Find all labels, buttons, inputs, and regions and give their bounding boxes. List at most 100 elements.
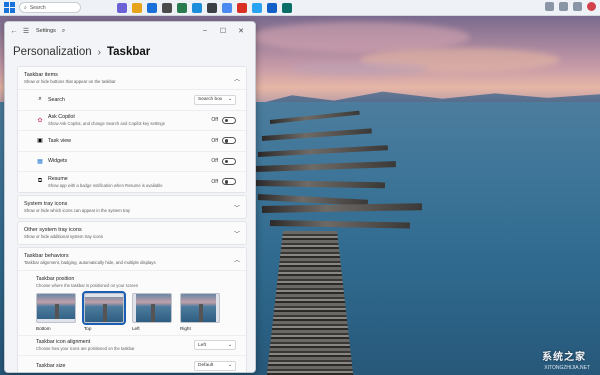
setting-row-resume: ⧉ Resume Show app with a badge notificat… <box>18 171 246 192</box>
volume-icon[interactable] <box>559 2 568 11</box>
taskbar-app-icon[interactable] <box>237 2 247 13</box>
option-caption: Bottom <box>36 325 51 331</box>
taskbar-items-section: Taskbar items Show or hide buttons that … <box>17 66 247 193</box>
taskbar-app-icon[interactable] <box>117 2 127 13</box>
taskbar-app-icon[interactable] <box>252 2 262 13</box>
setting-label: Resume <box>48 175 68 182</box>
search-icon: ⌕ <box>24 4 27 11</box>
setting-label: Widgets <box>48 158 68 165</box>
dropdown-value: Search box <box>198 97 223 103</box>
resume-toggle[interactable] <box>222 178 236 186</box>
copilot-icon: ✿ <box>37 117 43 124</box>
chevron-down-icon: ⌄ <box>227 363 232 369</box>
taskbar-app-icon[interactable] <box>207 2 217 13</box>
search-mode-dropdown[interactable]: Search box ⌄ <box>194 94 236 105</box>
taskbar-search-placeholder: Search <box>29 4 46 11</box>
taskbar-behaviors-header[interactable]: Taskbar behaviors Taskbar alignment, bad… <box>18 248 246 270</box>
start-button[interactable] <box>4 2 15 13</box>
section-subtitle: Show or hide buttons that appear on the … <box>24 79 116 84</box>
notification-icon[interactable] <box>587 2 596 11</box>
setting-label: Taskbar size <box>36 362 66 369</box>
setting-label: Ask Copilot <box>48 114 75 121</box>
toggle-state: Off <box>211 137 218 144</box>
breadcrumb-parent[interactable]: Personalization <box>13 46 92 58</box>
back-arrow-icon[interactable]: ← <box>10 28 18 35</box>
chevron-down-icon[interactable]: ﹀ <box>234 203 240 212</box>
setting-row-icon-alignment: Taskbar icon alignment Choose how your i… <box>18 334 246 356</box>
setting-row-ask-copilot: ✿ Ask Copilot Show Ask Copilot, and chan… <box>18 109 246 131</box>
section-subtitle: Show or hide additional system tray icon… <box>24 233 104 239</box>
taskbar-app-icon[interactable] <box>162 2 172 13</box>
section-subtitle: Show or hide which icons can appear in t… <box>24 207 131 213</box>
taskbar-items-header[interactable]: Taskbar items Show or hide buttons that … <box>18 67 246 89</box>
icon-alignment-dropdown[interactable]: Left ⌄ <box>194 340 236 351</box>
section-title: System tray icons <box>24 200 68 207</box>
search-icon[interactable]: ⌕ <box>62 28 65 35</box>
setting-row-task-view: ▣ Task view Off <box>18 130 246 151</box>
maximize-icon[interactable]: ☐ <box>214 27 232 35</box>
taskbar-app-icon[interactable] <box>267 2 277 13</box>
breadcrumb: Personalization › Taskbar <box>5 40 255 62</box>
section-title: Taskbar items <box>24 72 58 78</box>
resume-icon: ⧉ <box>37 178 43 185</box>
breadcrumb-separator: › <box>97 46 101 58</box>
option-caption: Right <box>180 325 191 331</box>
other-tray-icons-section[interactable]: Other system tray icons Show or hide add… <box>17 220 247 245</box>
menu-icon[interactable]: ☰ <box>22 27 30 35</box>
window-title: Settings <box>36 28 56 34</box>
taskbar: ⌕ Search <box>0 0 600 16</box>
option-caption: Top <box>84 325 92 331</box>
setting-description: Show app with a badge notification when … <box>48 182 163 188</box>
watermark-text: 系统之家 <box>542 352 586 363</box>
setting-row-widgets: ▦ Widgets Off <box>18 150 246 172</box>
search-icon: ⌕ <box>38 96 42 103</box>
taskbar-size-dropdown[interactable]: Default ⌄ <box>194 360 236 371</box>
setting-row-taskbar-size: Taskbar size Default ⌄ <box>18 355 246 372</box>
taskbar-app-icon[interactable] <box>192 2 202 13</box>
minimize-icon[interactable]: – <box>196 27 214 35</box>
watermark-url: XITONGZHIJIA.NET <box>544 365 590 371</box>
chevron-up-icon[interactable]: ︿ <box>234 255 240 264</box>
chevron-up-icon[interactable]: ︿ <box>234 74 240 83</box>
taskbar-position-setting: Taskbar position Choose where the taskba… <box>18 269 246 335</box>
clock-icon[interactable] <box>573 2 582 11</box>
taskbar-app-icon[interactable] <box>132 2 142 13</box>
position-option-bottom[interactable]: Bottom <box>36 292 76 331</box>
chevron-down-icon[interactable]: ﹀ <box>234 229 240 238</box>
setting-label: Taskbar icon alignment <box>36 339 91 346</box>
close-icon[interactable]: ✕ <box>232 27 250 35</box>
wifi-icon[interactable] <box>545 2 554 11</box>
setting-label: Task view <box>48 137 71 144</box>
task-view-icon: ▣ <box>37 138 43 145</box>
setting-label: Search <box>48 96 65 103</box>
setting-row-search: ⌕ Search Search box ⌄ <box>18 89 246 110</box>
system-tray-icons-section[interactable]: System tray icons Show or hide which ico… <box>17 194 247 219</box>
toggle-state: Off <box>211 117 218 124</box>
chevron-down-icon: ⌄ <box>227 97 232 103</box>
setting-description: Show Ask Copilot, and change Search and … <box>48 121 165 127</box>
ask-copilot-toggle[interactable] <box>222 116 236 124</box>
system-tray <box>545 2 596 11</box>
taskbar-behaviors-section: Taskbar behaviors Taskbar alignment, bad… <box>17 246 247 372</box>
position-option-top[interactable]: Top <box>82 290 126 331</box>
window-titlebar: ← ☰ Settings ⌕ – ☐ ✕ <box>5 22 255 40</box>
widgets-toggle[interactable] <box>222 157 236 165</box>
taskbar-search-box[interactable]: ⌕ Search <box>19 2 81 13</box>
page-title: Taskbar <box>106 46 151 58</box>
chevron-down-icon: ⌄ <box>227 342 232 348</box>
dropdown-value: Default <box>198 363 214 369</box>
section-title: Taskbar behaviors <box>24 252 69 259</box>
taskbar-apps <box>117 2 292 13</box>
taskbar-app-icon[interactable] <box>147 2 157 13</box>
setting-label: Taskbar position <box>36 275 75 282</box>
widgets-icon: ▦ <box>37 158 43 165</box>
taskbar-app-icon[interactable] <box>177 2 187 13</box>
position-option-right[interactable]: Right <box>180 292 220 331</box>
toggle-state: Off <box>211 178 218 185</box>
taskbar-app-icon[interactable] <box>282 2 292 13</box>
section-title: Other system tray icons <box>24 226 82 233</box>
setting-description: Choose how your icons are positioned on … <box>36 346 135 352</box>
task-view-toggle[interactable] <box>222 137 236 145</box>
position-option-left[interactable]: Left <box>132 292 172 331</box>
taskbar-app-icon[interactable] <box>222 2 232 13</box>
